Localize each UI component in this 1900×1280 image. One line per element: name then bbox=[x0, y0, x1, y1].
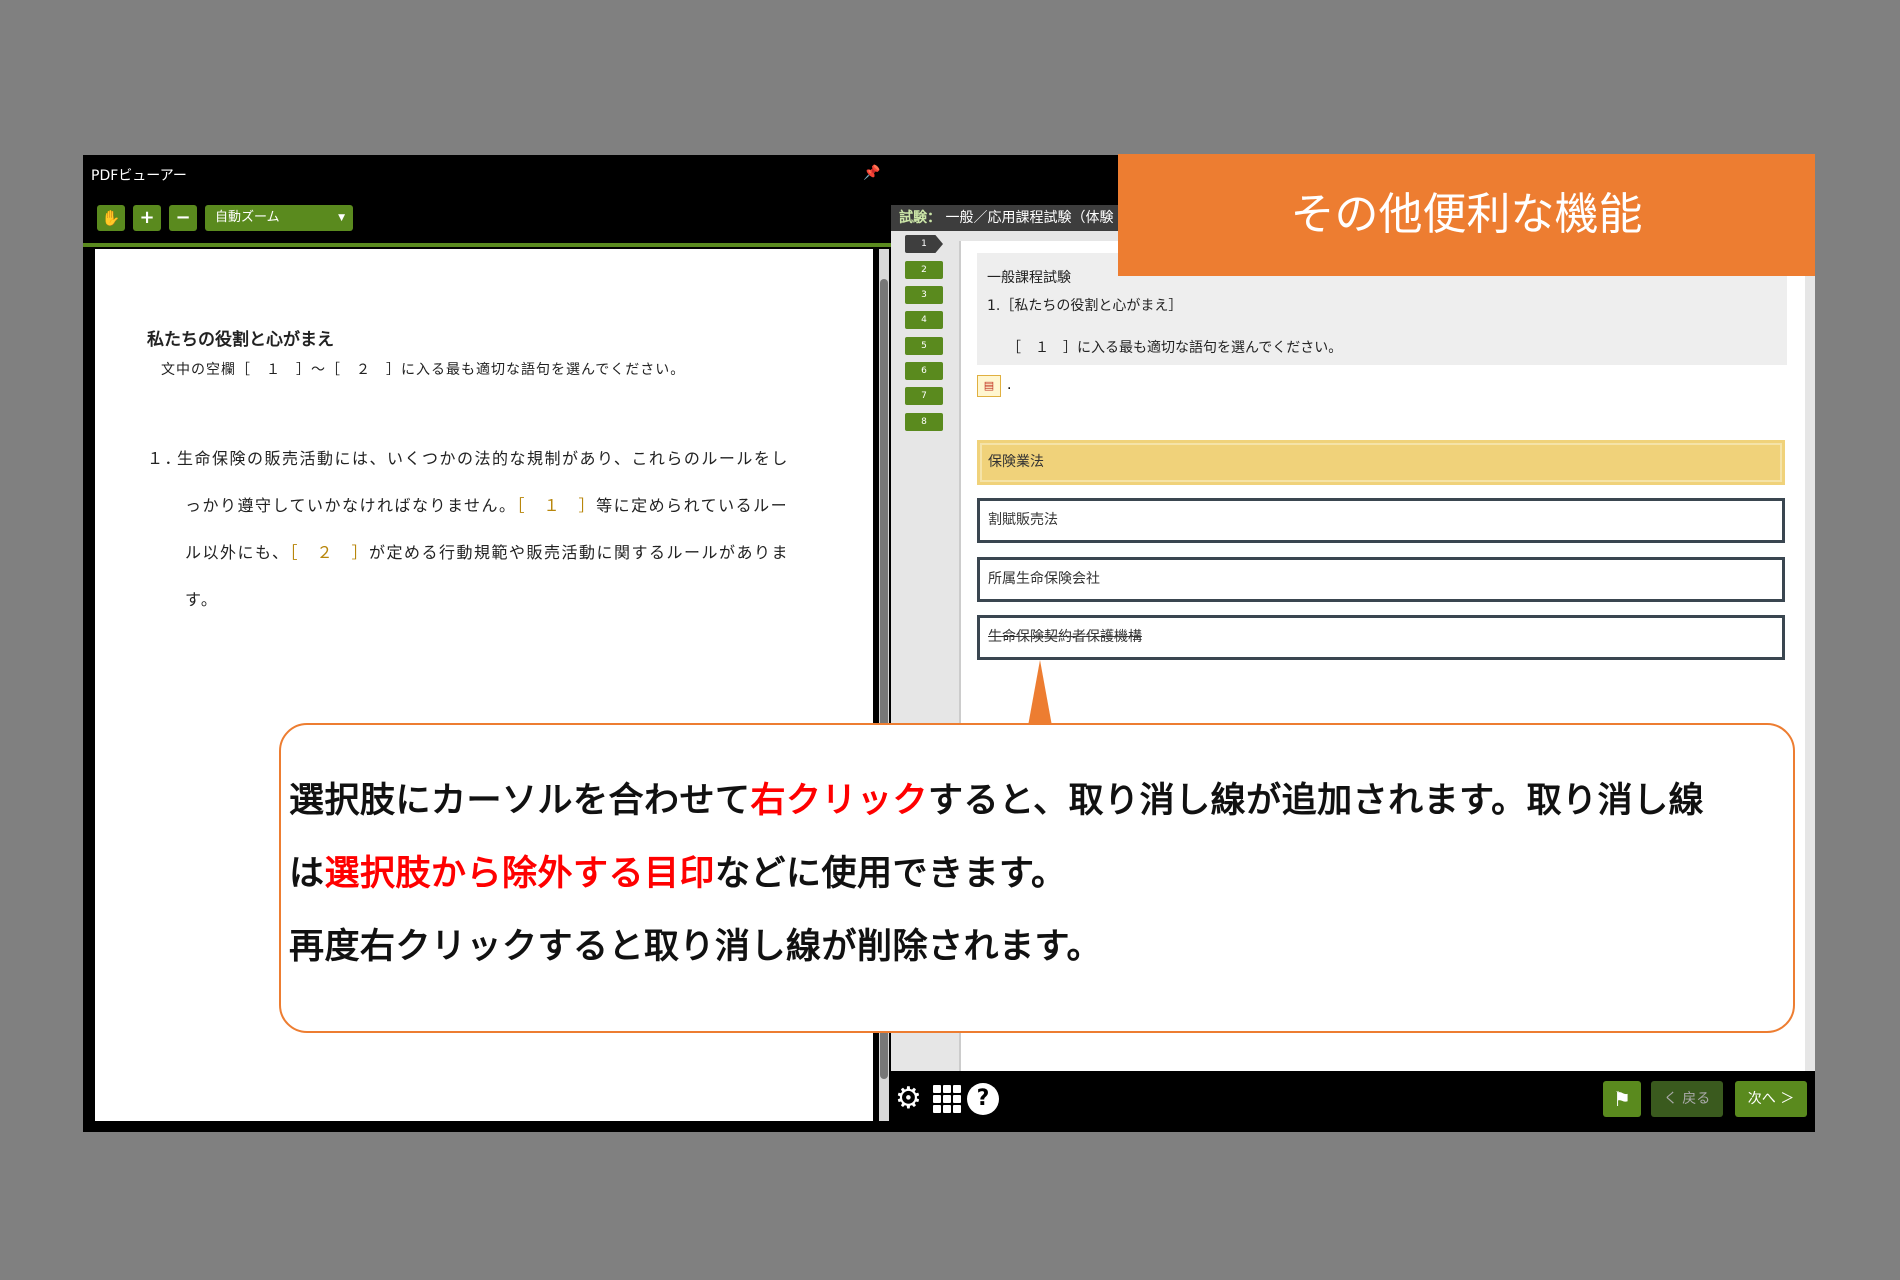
choice-2[interactable]: 割賦販売法 bbox=[977, 498, 1785, 543]
callout-box: 選択肢にカーソルを合わせて右クリックすると、取り消し線が追加されます。取り消し線… bbox=[279, 723, 1795, 1033]
callout-highlight: 選択肢から除外する目印 bbox=[324, 854, 716, 894]
pdf-instruction: 文中の空欄［ １ ］～［ ２ ］に入る最も適切な語句を選んでください。 bbox=[161, 362, 686, 378]
callout-text: 選択肢にカーソルを合わせて右クリックすると、取り消し線が追加されます。取り消し線… bbox=[289, 765, 1789, 984]
zoom-select-value: 自動ズーム bbox=[215, 210, 280, 225]
flag-icon: ⚑ bbox=[1613, 1087, 1631, 1111]
callout-text-segment: すると、取り消し線が追加されます。取り消し線 bbox=[928, 781, 1705, 821]
question-nav-5[interactable]: 5 bbox=[905, 337, 943, 355]
flag-button[interactable]: ⚑ bbox=[1603, 1081, 1641, 1117]
item-number: １． bbox=[147, 449, 183, 468]
exam-footer: ⚙ ? ⚑ く 戻る 次へ ＞ bbox=[891, 1073, 1815, 1129]
callout-highlight: 右クリック bbox=[750, 781, 929, 821]
choice-1[interactable]: 保険業法 bbox=[977, 440, 1785, 485]
question-title: 1.［私たちの役割と心がまえ］ bbox=[987, 298, 1183, 314]
question-nav-6[interactable]: 6 bbox=[905, 362, 943, 380]
callout-text-segment: は bbox=[289, 854, 325, 894]
zoom-out-button[interactable]: − bbox=[169, 205, 197, 231]
exam-header-title: 一般／応用課程試験（体験 bbox=[945, 210, 1114, 226]
body-line: す。 bbox=[185, 590, 219, 609]
body-line: 生命保険の販売活動には、いくつかの法的な規制があり、これらのルールをし bbox=[177, 449, 789, 468]
back-button[interactable]: く 戻る bbox=[1651, 1081, 1723, 1117]
pdf-link-suffix: . bbox=[1007, 377, 1012, 393]
grid-icon[interactable] bbox=[933, 1085, 961, 1113]
callout-text-segment: 選択肢にカーソルを合わせて bbox=[289, 781, 751, 821]
blank-2: ［ ２ ］ bbox=[289, 543, 370, 562]
next-button[interactable]: 次へ ＞ bbox=[1735, 1081, 1807, 1117]
choice-4[interactable]: 生命保険契約者保護機構 bbox=[977, 615, 1785, 660]
pdf-body-text: １．生命保険の販売活動には、いくつかの法的な規制があり、これらのルールをし っか… bbox=[147, 435, 847, 623]
hand-tool-button[interactable]: ✋ bbox=[97, 205, 125, 231]
question-category: 一般課程試験 bbox=[987, 270, 1071, 286]
body-line: が定める行動規範や販売活動に関するルールがありま bbox=[369, 543, 790, 562]
feature-banner: その他便利な機能 bbox=[1118, 154, 1815, 276]
pin-icon[interactable]: 📌 bbox=[863, 165, 880, 181]
body-line: っかり遵守していかなければなりません。 bbox=[185, 496, 517, 515]
body-line: 等に定められているルー bbox=[596, 496, 789, 515]
pdf-heading: 私たちの役割と心がまえ bbox=[147, 330, 334, 350]
question-text: ［ １ ］に入る最も適切な語句を選んでください。 bbox=[1007, 340, 1343, 356]
zoom-in-button[interactable]: + bbox=[133, 205, 161, 231]
callout-text-segment: などに使用できます。 bbox=[715, 854, 1067, 894]
chevron-down-icon: ▼ bbox=[338, 213, 345, 223]
question-nav-2[interactable]: 2 bbox=[905, 261, 943, 279]
divider bbox=[83, 243, 891, 247]
gear-icon[interactable]: ⚙ bbox=[895, 1083, 922, 1115]
question-nav-3[interactable]: 3 bbox=[905, 286, 943, 304]
callout-text-segment: 再度右クリックすると取り消し線が削除されます。 bbox=[289, 927, 1103, 967]
body-line: ル以外にも、 bbox=[185, 543, 290, 562]
choice-3[interactable]: 所属生命保険会社 bbox=[977, 557, 1785, 602]
zoom-select[interactable]: 自動ズーム ▼ bbox=[205, 205, 353, 231]
exam-header-label: 試験： bbox=[899, 210, 941, 226]
blank-1: ［ １ ］ bbox=[516, 496, 597, 515]
question-nav-1[interactable]: 1 bbox=[905, 235, 943, 253]
question-nav-4[interactable]: 4 bbox=[905, 311, 943, 329]
hand-icon: ✋ bbox=[101, 209, 121, 227]
help-icon[interactable]: ? bbox=[967, 1083, 999, 1115]
question-nav-8[interactable]: 8 bbox=[905, 413, 943, 431]
question-nav-7[interactable]: 7 bbox=[905, 387, 943, 405]
pdf-viewer-title: PDFビューアー bbox=[91, 168, 187, 184]
pdf-icon[interactable]: ▤ bbox=[977, 375, 1001, 397]
